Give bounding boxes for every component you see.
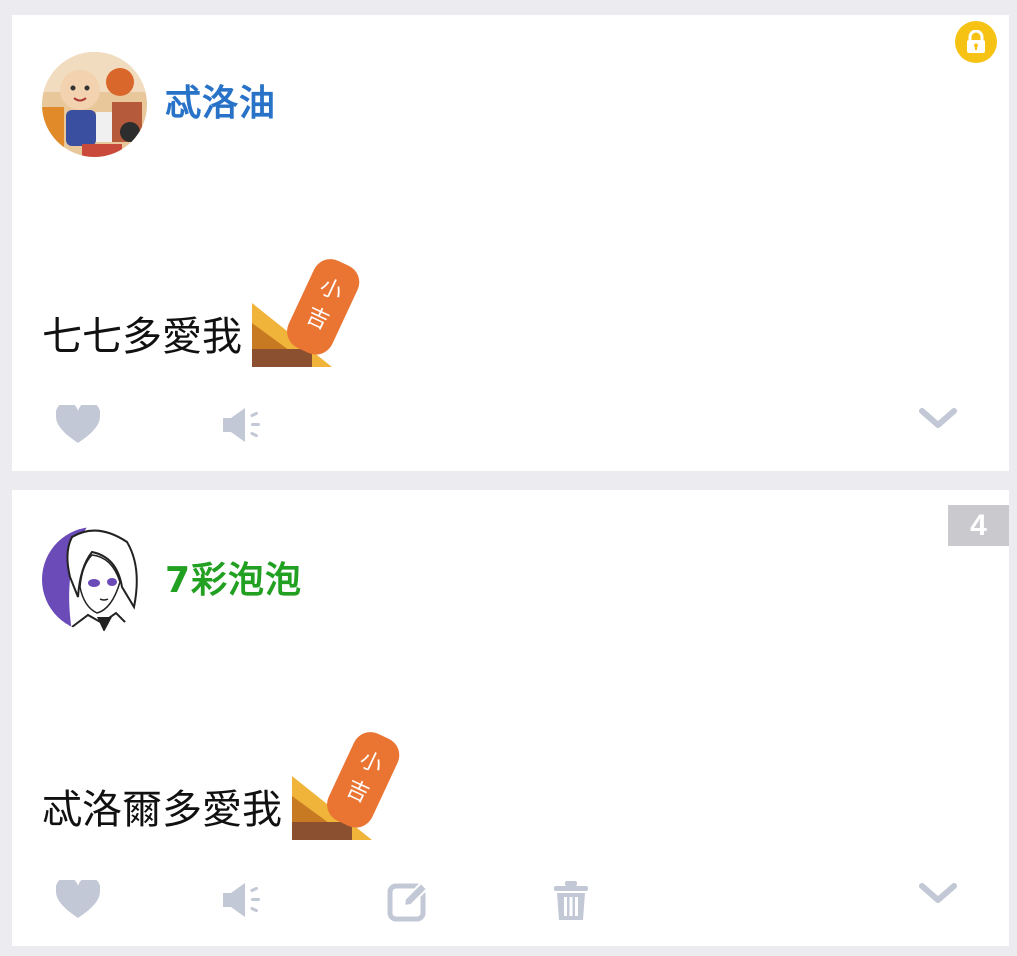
expand-button[interactable] <box>918 407 958 431</box>
author-name[interactable]: 忒洛油 <box>165 81 276 127</box>
like-icon <box>56 880 100 918</box>
edit-icon <box>387 881 429 922</box>
post-card: 7彩泡泡 4 忒洛爾多愛我 小 吉 <box>12 490 1009 946</box>
cartoon-avatar <box>42 52 147 157</box>
speaker-button[interactable] <box>221 405 263 445</box>
sticker-icon: 小 吉 <box>252 253 366 367</box>
post-content: 忒洛爾多愛我 小 吉 <box>42 726 406 840</box>
expand-icon <box>919 408 957 428</box>
post-text: 忒洛爾多愛我 <box>42 787 282 833</box>
lock-icon <box>967 30 985 53</box>
delete-icon <box>554 881 588 920</box>
user-avatar[interactable] <box>42 52 147 157</box>
like-icon <box>56 405 100 443</box>
anime-girl-avatar <box>42 527 147 632</box>
post-text: 七七多愛我 <box>42 314 242 360</box>
like-button[interactable] <box>56 880 100 920</box>
post-card: 忒洛油 七七多愛我 小 吉 <box>12 15 1009 471</box>
expand-icon <box>919 883 957 903</box>
like-button[interactable] <box>56 405 100 445</box>
post-content: 七七多愛我 小 吉 <box>42 253 366 367</box>
delete-button[interactable] <box>553 880 589 922</box>
edit-button[interactable] <box>387 880 429 922</box>
sticker-icon: 小 吉 <box>292 726 406 840</box>
lock-badge <box>955 21 997 63</box>
user-avatar[interactable] <box>42 527 147 632</box>
speaker-icon <box>223 408 260 442</box>
expand-button[interactable] <box>918 882 958 906</box>
speaker-icon <box>223 883 260 917</box>
speaker-button[interactable] <box>221 880 263 920</box>
floor-number-badge: 4 <box>948 505 1009 546</box>
author-name[interactable]: 7彩泡泡 <box>165 558 302 604</box>
